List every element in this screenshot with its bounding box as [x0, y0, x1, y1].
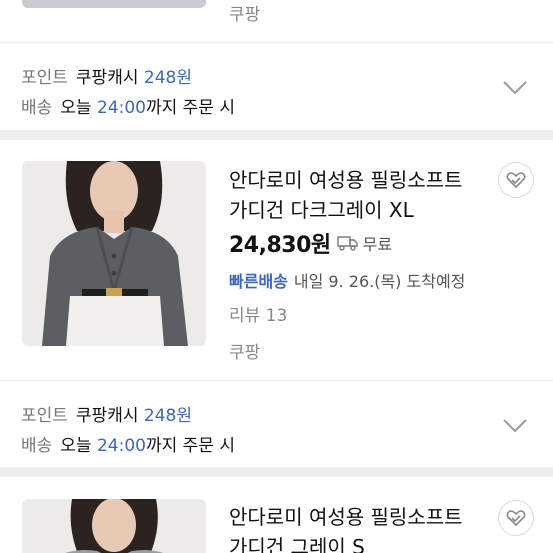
point-label: 포인트 [21, 68, 68, 88]
wishlist-button[interactable] [498, 500, 534, 536]
fast-delivery-badge: 빠른배송 [229, 272, 288, 291]
delivery-row: 빠른배송 내일 9. 26.(목) 도착예정 [229, 268, 465, 292]
delivery-date: 내일 9. 26.(목) 도착예정 [293, 272, 466, 291]
product-title[interactable]: 안다로미 여성용 필링소프트 가디건 다크그레이 XL [229, 165, 474, 225]
seller-label: 쿠팡 [229, 5, 261, 25]
cardigan-photo [22, 499, 206, 553]
product-title-line2: 가디건 그레이 S [229, 535, 365, 553]
coupang-cash-label: 쿠팡캐시 [75, 406, 139, 426]
divider [0, 380, 553, 381]
cardigan-photo [22, 161, 206, 346]
chevron-down-icon[interactable] [502, 80, 528, 96]
heart-icon [506, 172, 526, 189]
product-thumbnail[interactable] [22, 161, 206, 346]
order-suffix: 까지 주문 시 [145, 436, 235, 456]
section-separator [0, 467, 553, 477]
today-label: 오늘 [60, 98, 92, 118]
point-label: 포인트 [21, 406, 68, 426]
free-shipping-label: 무료 [362, 235, 393, 254]
shipping-label: 배송 [21, 98, 53, 118]
price-row: 24,830원 무료 [229, 229, 393, 258]
divider [0, 42, 553, 43]
shipping-row: 배송 오늘 24:00까지 주문 시 [21, 93, 235, 118]
product-title-line1: 안다로미 여성용 필링소프트 [229, 505, 463, 529]
order-deadline-time: 24:00 [96, 436, 146, 456]
product-title-line2: 가디건 다크그레이 XL [229, 198, 414, 222]
product-title[interactable]: 안다로미 여성용 필링소프트 가디건 그레이 S [229, 502, 474, 553]
heart-icon [506, 510, 526, 527]
wishlist-button[interactable] [498, 162, 534, 198]
point-row: 포인트 쿠팡캐시 248원 [21, 63, 192, 88]
product-thumbnail[interactable] [22, 499, 206, 553]
section-separator [0, 130, 553, 140]
chevron-down-icon[interactable] [502, 418, 528, 434]
product-title-line1: 안다로미 여성용 필링소프트 [229, 168, 463, 192]
price: 24,830원 [229, 233, 331, 258]
order-suffix: 까지 주문 시 [145, 98, 235, 118]
point-row: 포인트 쿠팡캐시 248원 [21, 401, 192, 426]
order-deadline-time: 24:00 [96, 98, 146, 118]
coupang-cash-label: 쿠팡캐시 [75, 68, 139, 88]
today-label: 오늘 [60, 436, 92, 456]
coupang-cash-amount: 248원 [143, 406, 192, 426]
coupang-cash-amount: 248원 [143, 68, 192, 88]
shipping-row: 배송 오늘 24:00까지 주문 시 [21, 431, 235, 456]
product-thumbnail-partial[interactable] [22, 0, 206, 8]
shipping-label: 배송 [21, 436, 53, 456]
truck-icon [336, 236, 358, 251]
review-count[interactable]: 리뷰 13 [229, 301, 287, 326]
seller-label: 쿠팡 [229, 343, 261, 363]
